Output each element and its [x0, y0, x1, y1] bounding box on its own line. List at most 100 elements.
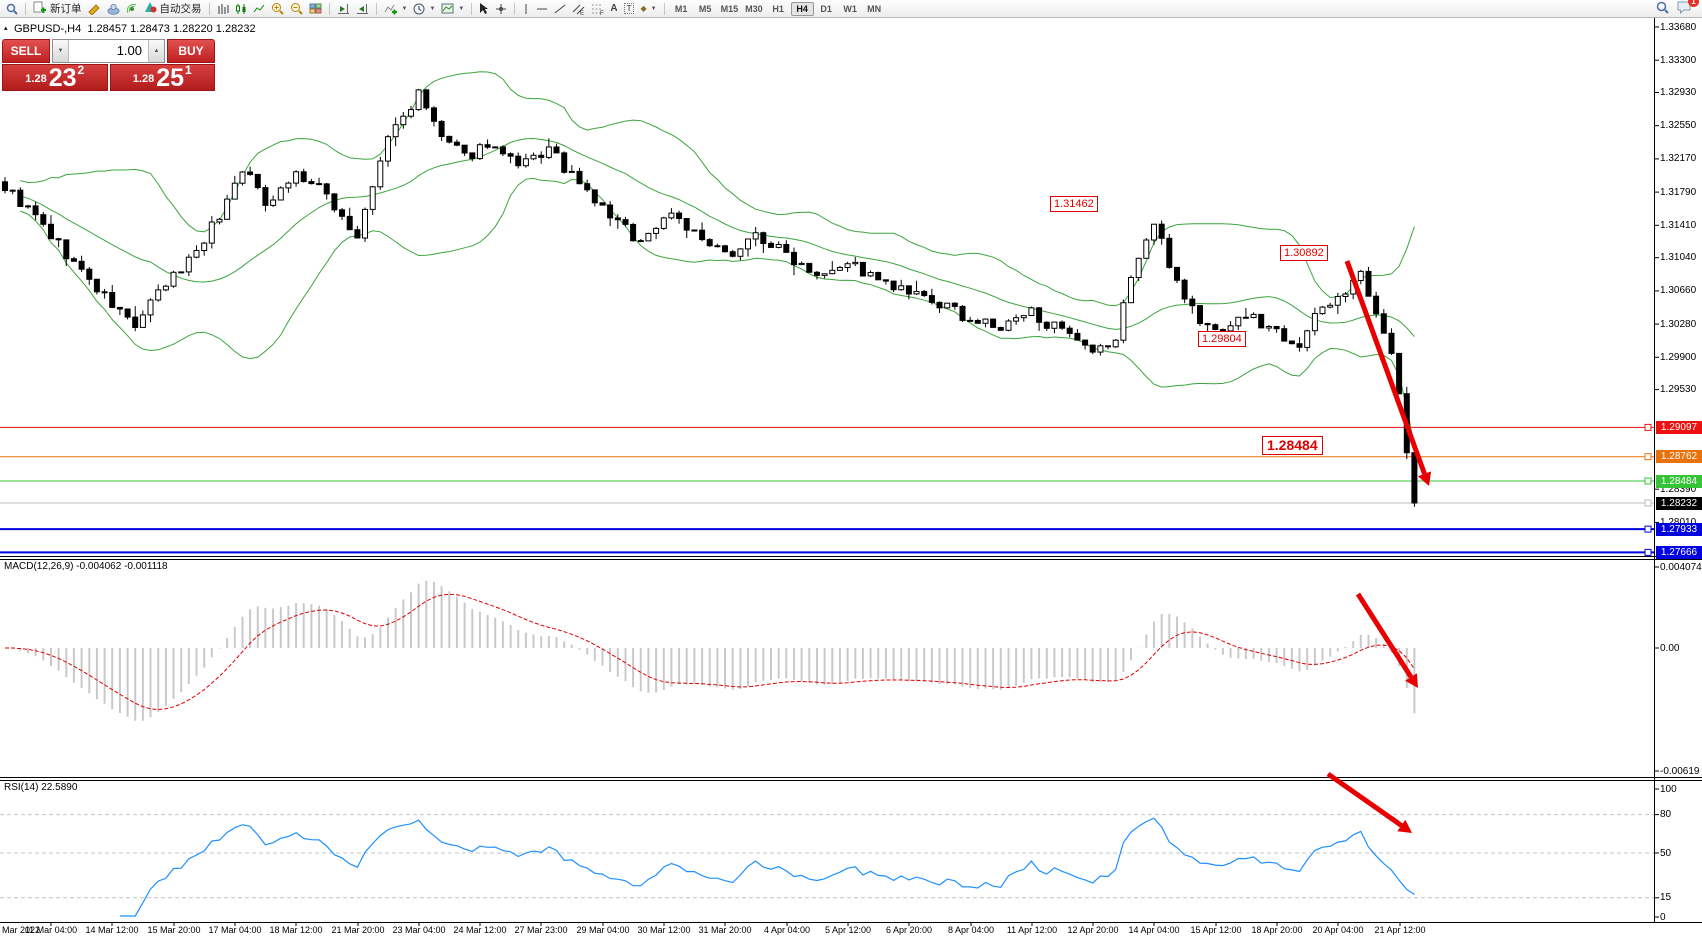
new-order-icon	[33, 1, 47, 17]
auto-trading-icon	[144, 1, 157, 16]
annotation-price-box: 1.29804	[1198, 331, 1246, 347]
date-label: 31 Mar 20:00	[698, 925, 751, 935]
equidistant-channel-button[interactable]: E	[570, 1, 587, 16]
price-tick: 1.30280	[1660, 319, 1696, 330]
sell-price-big: 23	[49, 68, 77, 88]
timeframe-M1[interactable]: M1	[670, 2, 693, 16]
market-watch-icon[interactable]	[86, 1, 103, 16]
date-label: 21 Apr 12:00	[1374, 925, 1425, 935]
toolbar-separator	[514, 3, 515, 15]
new-order-label: 新订单	[50, 1, 82, 16]
auto-trading-label: 自动交易	[160, 1, 202, 16]
price-tick: 1.31040	[1660, 252, 1696, 263]
date-label: 11 Mar 04:00	[25, 925, 77, 935]
cursor-button[interactable]	[477, 1, 491, 16]
price-level-label: 1.28232	[1656, 497, 1702, 510]
buy-button[interactable]: BUY	[167, 39, 215, 63]
one-click-trading-panel: SELL ▼ 1.00 ▲ BUY 1.28 23 2 1.28 25 1	[2, 39, 215, 91]
text-label-button[interactable]: T	[622, 1, 637, 16]
horizontal-line-button[interactable]	[534, 1, 550, 16]
rsi-tick: 100	[1660, 784, 1677, 795]
timeframe-W1[interactable]: W1	[839, 2, 862, 16]
text-button[interactable]: A	[608, 1, 619, 16]
buy-price-pip: 1	[185, 63, 192, 77]
timeframe-M5[interactable]: M5	[694, 2, 717, 16]
indicators-button[interactable]: ▼	[382, 1, 410, 16]
date-label: 15 Apr 12:00	[1190, 925, 1241, 935]
zoom-in-icon[interactable]	[269, 1, 286, 16]
mt4-window: 新订单 自动交易 ▼ ▼ ▼ E F A T ◆▼	[0, 0, 1702, 938]
collapse-marker-icon[interactable]: ▴	[4, 24, 8, 32]
timeframe-D1[interactable]: D1	[815, 2, 838, 16]
toolbar-separator	[209, 3, 210, 15]
svg-text:E: E	[580, 10, 584, 15]
search-icon[interactable]	[4, 1, 20, 16]
toolbar-separator	[25, 3, 26, 15]
svg-text:F: F	[600, 11, 604, 15]
toolbar-separator	[376, 3, 377, 15]
search-icon[interactable]	[1656, 1, 1669, 17]
chevron-down-icon: ▼	[458, 6, 464, 12]
toolbar-separator	[471, 3, 472, 15]
timeframe-M15[interactable]: M15	[718, 2, 742, 16]
navigator-icon[interactable]	[124, 1, 140, 16]
periods-button[interactable]: ▼	[411, 1, 437, 16]
templates-button[interactable]: ▼	[439, 1, 466, 16]
volume-increase-button[interactable]: ▲	[148, 40, 164, 62]
chart-title: GBPUSD-,H4 1.28457 1.28473 1.28220 1.282…	[14, 23, 256, 35]
timeframe-MN[interactable]: MN	[863, 2, 886, 16]
scroll-to-end-icon[interactable]	[335, 1, 352, 16]
date-label: 24 Mar 12:00	[453, 925, 506, 935]
timeframe-H1[interactable]: H1	[767, 2, 790, 16]
price-tick: 1.32170	[1660, 153, 1696, 164]
zoom-out-icon[interactable]	[288, 1, 305, 16]
macd-tick: 0.00	[1660, 643, 1679, 654]
macd-label: MACD(12,26,9) -0.004062 -0.001118	[4, 561, 168, 572]
buy-price-block[interactable]: 1.28 25 1	[110, 64, 216, 91]
date-label: 17 Mar 04:00	[208, 925, 261, 935]
sell-price-block[interactable]: 1.28 23 2	[2, 64, 108, 91]
arrows-button[interactable]: ◆▼	[638, 1, 658, 16]
auto-scroll-icon[interactable]	[354, 1, 371, 16]
date-label: 14 Mar 12:00	[85, 925, 138, 935]
price-tick: 1.31410	[1660, 220, 1696, 231]
date-label: 23 Mar 04:00	[392, 925, 445, 935]
date-label: 6 Apr 20:00	[886, 925, 932, 935]
price-tick: 1.29530	[1660, 384, 1696, 395]
chevron-down-icon: ▼	[429, 6, 435, 12]
buy-price-prefix: 1.28	[133, 73, 154, 85]
date-label: 11 Apr 12:00	[1007, 925, 1057, 935]
timeframe-H4[interactable]: H4	[791, 2, 814, 16]
date-label: 20 Apr 04:00	[1312, 925, 1363, 935]
date-label: 4 Apr 04:00	[764, 925, 810, 935]
sell-button[interactable]: SELL	[2, 39, 50, 63]
chart-canvas[interactable]	[0, 0, 1702, 938]
tile-windows-icon[interactable]	[307, 1, 324, 16]
new-order-button[interactable]: 新订单	[31, 1, 84, 16]
macd-tick: -0.00619	[1660, 766, 1699, 777]
date-label: 14 Apr 04:00	[1128, 925, 1179, 935]
candlestick-chart-icon[interactable]	[233, 1, 249, 16]
volume-decrease-button[interactable]: ▼	[53, 40, 69, 62]
auto-trading-button[interactable]: 自动交易	[142, 1, 204, 16]
toolbar: 新订单 自动交易 ▼ ▼ ▼ E F A T ◆▼	[0, 0, 1702, 18]
vertical-line-button[interactable]	[520, 1, 532, 16]
trendline-button[interactable]	[552, 1, 568, 16]
price-tick: 1.33300	[1660, 55, 1696, 66]
rsi-tick: 50	[1660, 848, 1671, 859]
data-window-icon[interactable]	[105, 1, 122, 16]
volume-input[interactable]: 1.00	[69, 40, 148, 62]
sell-price-pip: 2	[78, 63, 85, 77]
rsi-tick: 0	[1660, 912, 1666, 923]
rsi-tick: 15	[1660, 892, 1671, 903]
crosshair-button[interactable]	[493, 1, 509, 16]
fibonacci-button[interactable]: F	[589, 1, 606, 16]
toolbar-right: 1	[1656, 1, 1698, 17]
toolbar-separator	[664, 3, 665, 15]
rsi-tick: 80	[1660, 809, 1671, 820]
price-tick: 1.32930	[1660, 87, 1696, 98]
bar-chart-icon[interactable]	[215, 1, 231, 16]
line-chart-icon[interactable]	[251, 1, 267, 16]
timeframe-M30[interactable]: M30	[742, 2, 766, 16]
chat-button[interactable]: 1	[1677, 1, 1692, 17]
